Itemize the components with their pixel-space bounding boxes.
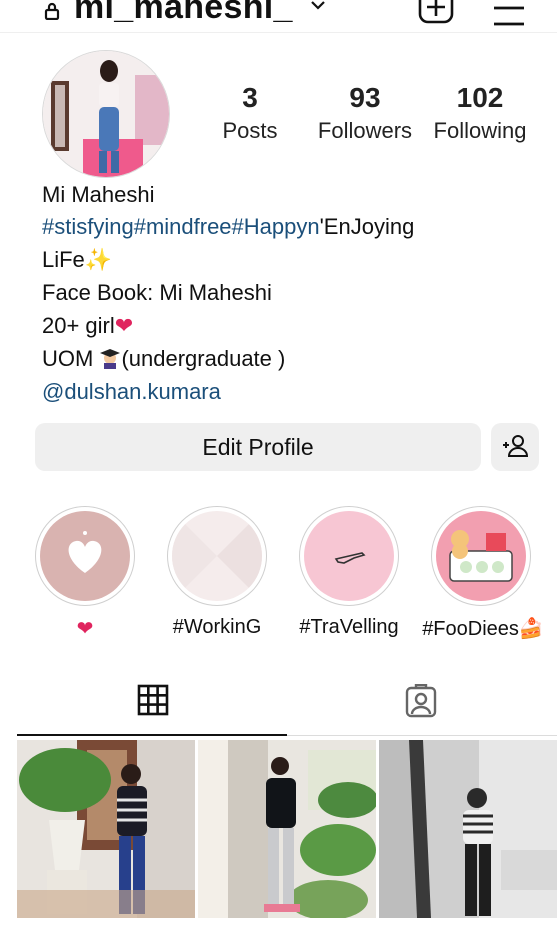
add-person-icon (503, 435, 529, 457)
tab-divider (287, 735, 557, 736)
posts-number: 3 (242, 82, 258, 113)
followers-count[interactable]: 93 Followers (312, 82, 418, 144)
bento-art (449, 530, 513, 582)
following-number: 102 (456, 82, 504, 113)
highlight-label-working: #WorkinG (172, 616, 262, 638)
bio-line-age: 20+ girl❤ (42, 309, 133, 342)
highlight-travelling[interactable] (299, 506, 399, 606)
bio-text: LiFe (42, 247, 85, 272)
following-label: Following (433, 118, 527, 143)
highlight-label-heart: ❤ (15, 616, 155, 641)
graduate-icon (99, 345, 121, 369)
bio-line-university: UOM (undergraduate ) (42, 342, 285, 375)
highlight-label-foodies: #FooDiees🍰 (413, 616, 553, 641)
mood-art (172, 511, 262, 601)
bio-text: 'EnJoying (319, 214, 415, 239)
bio-line-facebook: Face Book: Mi Maheshi (42, 280, 272, 305)
highlight-working[interactable] (167, 506, 267, 606)
tagged-icon[interactable] (404, 684, 438, 718)
highlight-label-travelling: #TraVelling (299, 616, 399, 638)
sparkles-icon: ✨ (84, 247, 113, 272)
bio-line-life: LiFe✨ (42, 243, 112, 276)
highlight-foodies[interactable] (431, 506, 531, 606)
airplane-icon (334, 552, 366, 564)
active-tab-indicator (17, 734, 287, 736)
menu-icon[interactable] (492, 2, 526, 28)
posts-count[interactable]: 3 Posts (212, 82, 288, 144)
post-thumbnail[interactable] (198, 740, 376, 918)
mention-link[interactable]: @dulshan.kumara (42, 375, 221, 408)
lock-icon (44, 2, 60, 20)
header-divider (0, 32, 557, 33)
red-heart-icon: ❤ (76, 618, 94, 640)
bio-line-hashtags: #stisfying#mindfree#Happyn'EnJoying (42, 210, 414, 243)
red-heart-icon: ❤ (114, 313, 134, 338)
hashtag-links[interactable]: #stisfying#mindfree#Happyn (42, 214, 320, 239)
chevron-down-icon[interactable] (310, 0, 326, 12)
posts-label: Posts (222, 118, 278, 143)
highlight-label-text: #FooDiees (422, 618, 519, 640)
following-count[interactable]: 102 Following (426, 82, 534, 144)
post-thumbnail[interactable] (379, 740, 557, 918)
discover-people-button[interactable] (491, 423, 539, 471)
post-thumbnail[interactable] (17, 740, 195, 918)
followers-number: 93 (349, 82, 381, 113)
display-name: Mi Maheshi (42, 182, 155, 207)
bio-text: (undergraduate ) (121, 346, 286, 371)
profile-header: mi_maheshi_ (0, 0, 557, 40)
username-title[interactable]: mi_maheshi_ (74, 0, 293, 27)
heart-icon (68, 531, 102, 573)
grid-icon[interactable] (137, 684, 169, 716)
followers-label: Followers (317, 118, 413, 143)
avatar[interactable] (42, 50, 170, 178)
bio-text: UOM (42, 346, 100, 371)
add-post-icon[interactable] (418, 0, 454, 26)
edit-profile-button[interactable]: Edit Profile (35, 423, 481, 471)
bio-text: 20+ girl (42, 313, 115, 338)
cake-icon: 🍰 (518, 618, 544, 640)
highlight-heart[interactable] (35, 506, 135, 606)
